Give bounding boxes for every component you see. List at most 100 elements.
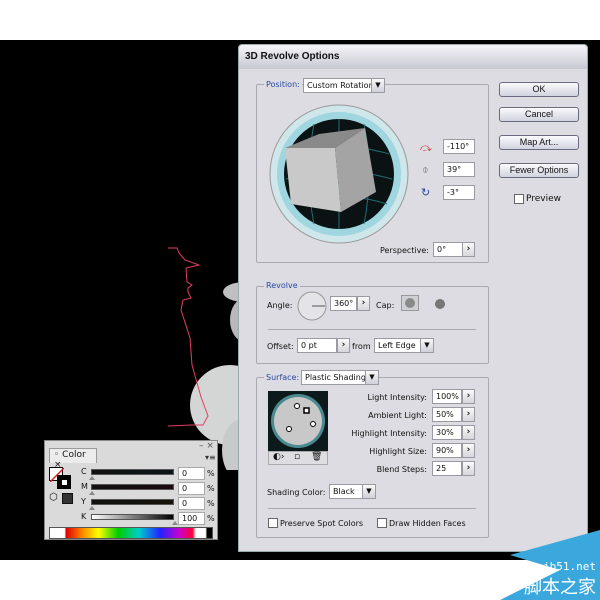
preview-checkbox[interactable] <box>514 194 524 204</box>
color-spectrum-bar[interactable] <box>49 527 213 539</box>
draw-hidden-faces-label: Draw Hidden Faces <box>389 519 466 528</box>
color-tab-label: Color <box>62 450 86 460</box>
fewer-options-button[interactable]: Fewer Options <box>499 163 579 178</box>
position-select[interactable]: Custom Rotation ▼ <box>303 78 385 93</box>
surface-row-label: Blend Steps: <box>376 465 427 474</box>
channel-unit: % <box>207 469 215 478</box>
panel-menu-icon[interactable]: ▾≡ <box>205 453 216 462</box>
cap-on-button[interactable] <box>401 295 419 311</box>
rotation-z-field[interactable]: -3° <box>443 185 475 200</box>
surface-row-label: Light Intensity: <box>367 393 427 402</box>
angle-label: Angle: <box>267 301 293 310</box>
channel-label: C <box>81 467 87 476</box>
channel-slider[interactable] <box>91 499 174 505</box>
cancel-button[interactable]: Cancel <box>499 107 579 122</box>
channel-label: M <box>81 482 88 491</box>
perspective-field[interactable]: 0° <box>433 242 463 257</box>
draw-hidden-faces-checkbox[interactable] <box>377 518 387 528</box>
channel-unit: % <box>207 514 215 523</box>
channel-field[interactable]: 0 <box>178 497 205 510</box>
channel-label: K <box>81 512 87 521</box>
surface-row-arrow-button[interactable]: › <box>462 425 475 440</box>
dialog-title: 3D Revolve Options <box>245 51 340 62</box>
channel-unit: % <box>207 484 215 493</box>
svg-text:jb51.net: jb51.net <box>543 560 596 573</box>
perspective-label: Perspective: <box>379 246 429 255</box>
offset-label: Offset: <box>267 342 294 351</box>
channel-label: Y <box>81 497 86 506</box>
chevron-down-icon: ▼ <box>365 371 378 384</box>
out-of-web-icon: ⬡ <box>49 492 58 503</box>
offset-field[interactable]: 0 pt <box>297 338 337 353</box>
from-value: Left Edge <box>378 341 416 350</box>
shading-color-select[interactable]: Black ▼ <box>329 484 376 499</box>
surface-row-field[interactable]: 90% <box>432 443 462 458</box>
color-panel: ◦ Color × – × ▾≡ ⬡ C 0 % M 0 % Y 0 % K 100 … <box>44 440 218 540</box>
perspective-arrow-button[interactable]: › <box>462 242 475 257</box>
divider <box>268 329 476 330</box>
svg-text:脚本之家: 脚本之家 <box>524 577 596 598</box>
channel-field[interactable]: 0 <box>178 482 205 495</box>
rotate-x-icon: ⤼ <box>420 141 432 154</box>
from-select[interactable]: Left Edge ▼ <box>374 338 434 353</box>
web-safe-swatch[interactable] <box>62 493 73 504</box>
chevron-down-icon: ▼ <box>371 79 384 92</box>
channel-slider[interactable] <box>91 484 174 490</box>
revolve-profile-path <box>167 247 209 427</box>
angle-field[interactable]: 360° <box>330 296 357 311</box>
rotation-x-field[interactable]: -110° <box>443 139 475 154</box>
surface-row-field[interactable]: 30% <box>432 425 462 440</box>
stroke-swatch[interactable] <box>57 475 71 489</box>
channel-field[interactable]: 0 <box>178 467 205 480</box>
rotation-y-field[interactable]: 39° <box>443 162 475 177</box>
slider-thumb[interactable] <box>89 491 95 495</box>
cap-label: Cap: <box>376 301 395 310</box>
surface-value: Plastic Shading <box>305 373 366 382</box>
rotate-y-icon: ⌽ <box>422 163 429 176</box>
divider <box>268 508 476 509</box>
from-label: from <box>352 342 371 351</box>
channel-slider[interactable] <box>91 514 174 520</box>
surface-select[interactable]: Plastic Shading ▼ <box>301 370 379 385</box>
channel-field[interactable]: 100 <box>178 512 205 525</box>
shading-color-value: Black <box>333 487 355 496</box>
angle-dial[interactable] <box>297 291 327 321</box>
surface-row-arrow-button[interactable]: › <box>462 389 475 404</box>
map-art-button[interactable]: Map Art... <box>499 135 579 150</box>
revolve-label: Revolve <box>264 281 300 290</box>
slider-thumb[interactable] <box>89 476 95 480</box>
surface-label: Surface: <box>264 373 302 382</box>
title-bar[interactable]: 3D Revolve Options <box>239 45 587 69</box>
surface-row-label: Highlight Intensity: <box>351 429 427 438</box>
panel-minimize-close-icon[interactable]: – × <box>199 441 214 451</box>
cap-off-button[interactable] <box>435 299 445 309</box>
tab-color[interactable]: ◦ Color × <box>49 448 97 470</box>
channel-slider[interactable] <box>91 469 174 475</box>
surface-row-label: Highlight Size: <box>369 447 427 456</box>
surface-row-field[interactable]: 25 <box>432 461 462 476</box>
cube-front <box>285 148 341 212</box>
surface-row-arrow-button[interactable]: › <box>462 461 475 476</box>
angle-arrow-button[interactable]: › <box>357 296 370 311</box>
surface-row-arrow-button[interactable]: › <box>462 443 475 458</box>
preserve-spot-colors-label: Preserve Spot Colors <box>280 519 364 528</box>
trackball[interactable] <box>269 104 409 244</box>
surface-row-field[interactable]: 50% <box>432 407 462 422</box>
surface-row-label: Ambient Light: <box>368 411 427 420</box>
slider-thumb[interactable] <box>89 506 95 510</box>
watermark-logo: jb51.net 脚本之家 <box>500 530 600 600</box>
ok-button[interactable]: OK <box>499 82 579 97</box>
surface-row-arrow-button[interactable]: › <box>462 407 475 422</box>
preserve-spot-colors-checkbox[interactable] <box>268 518 278 528</box>
surface-row-field[interactable]: 100% <box>432 389 462 404</box>
revolve-group <box>256 286 489 364</box>
position-label: Position: <box>264 80 302 89</box>
cap-on-icon <box>405 298 415 308</box>
chevron-down-icon: ▼ <box>420 339 433 352</box>
rotate-z-icon: ↻ <box>421 186 431 199</box>
shading-color-label: Shading Color: <box>267 488 326 497</box>
channel-unit: % <box>207 499 215 508</box>
chevron-down-icon: ▼ <box>362 485 375 498</box>
offset-arrow-button[interactable]: › <box>337 338 350 353</box>
3d-revolve-options-dialog: 3D Revolve Options Position: Custom Rota… <box>238 44 588 552</box>
